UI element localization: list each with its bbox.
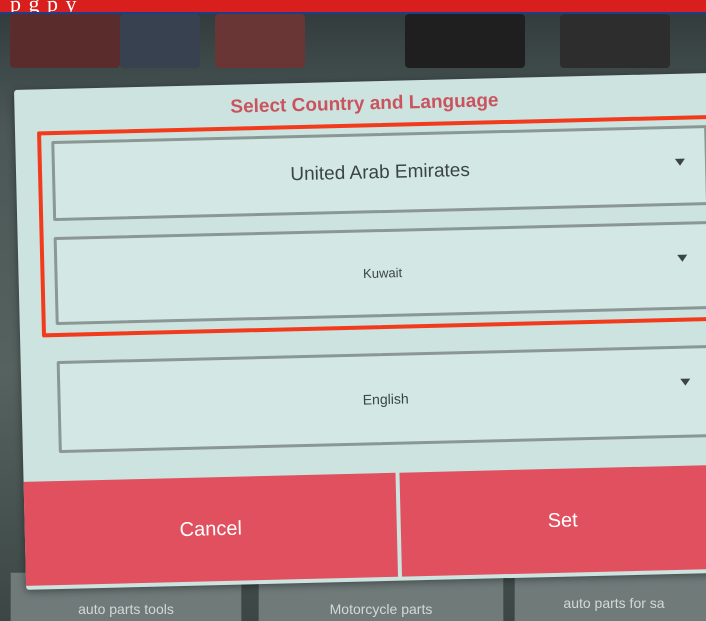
top-banner-text: p g p y (10, 0, 78, 14)
cancel-button[interactable]: Cancel (23, 472, 399, 586)
language-select-value: English (362, 390, 409, 408)
background-tile-label: auto parts tools (78, 601, 174, 617)
background-thumbnail (215, 14, 305, 68)
background-tile-label: Motorcycle parts (329, 601, 433, 617)
country-language-dialog: Select Country and Language United Arab … (14, 72, 706, 590)
background-thumbnail (10, 14, 120, 68)
background-thumbnail (120, 14, 200, 68)
background-tile-label: auto parts for sa (563, 595, 665, 611)
background-thumbnail (405, 14, 525, 68)
dropdown-arrow-icon (680, 378, 691, 386)
screen: p g p y auto parts tools Motorcycle part… (0, 0, 706, 621)
set-button[interactable]: Set (399, 464, 706, 577)
top-banner: p g p y (0, 0, 706, 14)
language-select[interactable]: English (56, 345, 706, 454)
background-thumbnail (560, 14, 670, 68)
highlight-box (37, 114, 706, 338)
background-tile[interactable]: auto parts for sa (514, 572, 706, 621)
